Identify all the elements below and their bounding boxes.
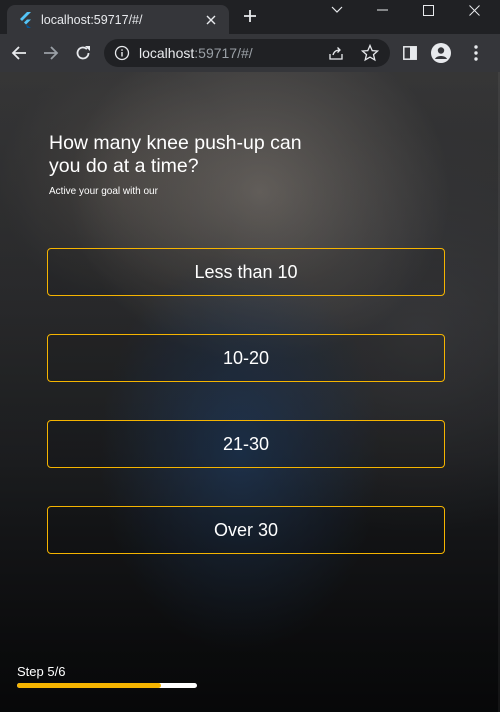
close-window-icon[interactable] — [451, 0, 497, 20]
profile-icon[interactable] — [431, 43, 451, 63]
option-button-less-than-10[interactable]: Less than 10 — [47, 248, 445, 296]
flutter-logo-icon — [17, 11, 33, 28]
tab-title: localhost:59717/#/ — [41, 12, 143, 27]
close-tab-icon[interactable] — [201, 10, 221, 30]
url-path: :59717/#/ — [194, 45, 253, 61]
option-button-over-30[interactable]: Over 30 — [47, 506, 445, 554]
browser-titlebar: localhost:59717/#/ — [0, 0, 500, 34]
question-subtitle: Active your goal with our — [49, 186, 158, 197]
option-button-21-30[interactable]: 21-30 — [47, 420, 445, 468]
side-panel-icon[interactable] — [400, 43, 420, 63]
option-label: Over 30 — [213, 519, 279, 540]
new-tab-button[interactable] — [240, 8, 260, 28]
option-button-10-20[interactable]: 10-20 — [47, 334, 445, 382]
arrow-right-icon[interactable] — [41, 43, 61, 63]
browser-toolbar: localhost:59717/#/ — [0, 34, 500, 72]
minimize-icon[interactable] — [359, 0, 405, 20]
browser-tab[interactable]: localhost:59717/#/ — [7, 5, 229, 34]
option-label: 10-20 — [222, 347, 270, 368]
step-indicator: Step 5/6 — [17, 664, 66, 679]
option-label: Less than 10 — [194, 261, 298, 282]
star-icon[interactable] — [360, 43, 380, 62]
progress-bar — [17, 683, 197, 688]
info-icon[interactable] — [114, 45, 130, 61]
maximize-icon[interactable] — [405, 0, 451, 20]
quiz-page: How many knee push-up can you do at a ti… — [0, 72, 500, 712]
address-bar[interactable]: localhost:59717/#/ — [104, 39, 390, 67]
kebab-menu-icon[interactable] — [466, 43, 486, 63]
question-title: How many knee push-up can you do at a ti… — [49, 132, 302, 177]
share-icon[interactable] — [328, 45, 344, 61]
tab-search-icon[interactable] — [314, 0, 360, 20]
progress-bar-fill — [17, 683, 161, 688]
reload-icon[interactable] — [73, 43, 93, 63]
option-label: 21-30 — [222, 433, 270, 454]
url-text[interactable]: localhost:59717/#/ — [139, 45, 253, 61]
url-host: localhost — [139, 45, 195, 61]
arrow-left-icon[interactable] — [9, 43, 29, 63]
